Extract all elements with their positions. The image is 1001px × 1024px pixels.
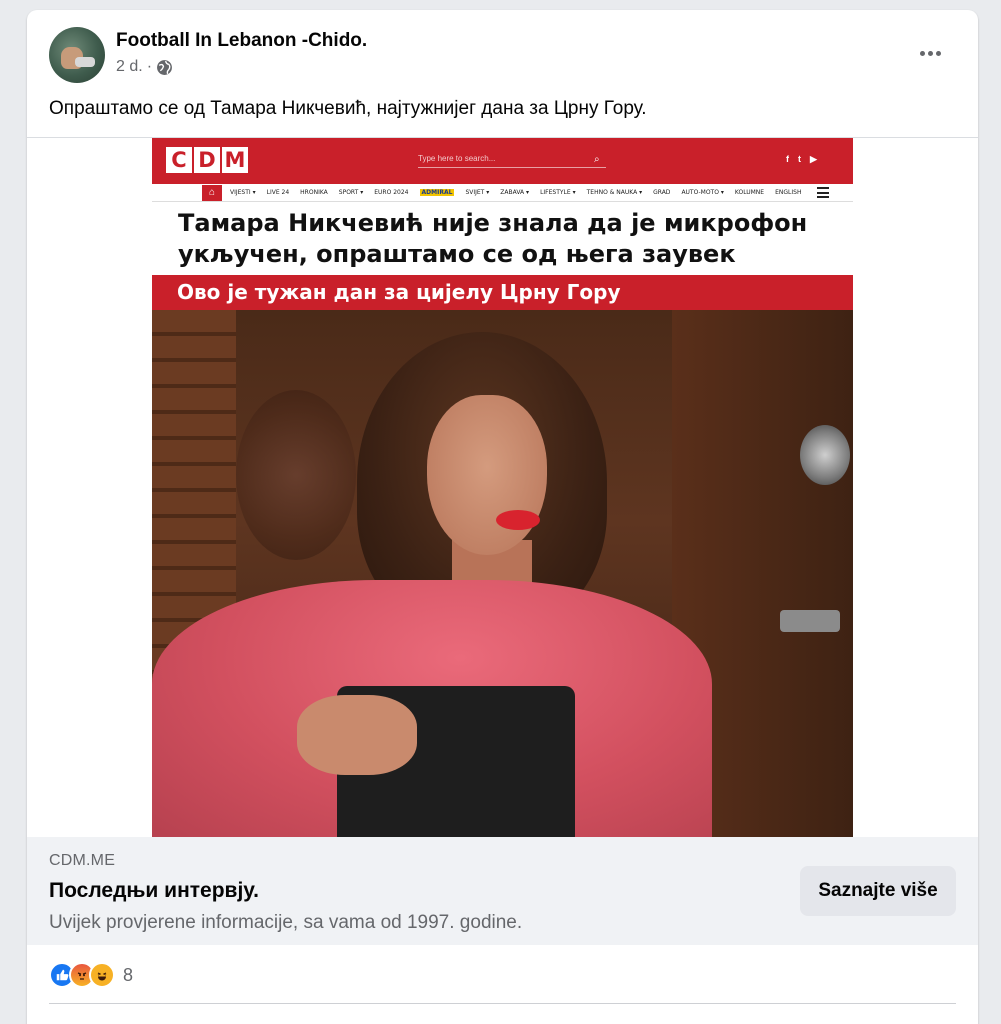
post-time[interactable]: 2 d. [116,58,143,76]
nav-item: EURO 2024 [374,189,409,196]
person-lips [496,510,540,530]
logo-letter: C [166,147,192,173]
cdm-search-field: Type here to search... [418,152,606,168]
nav-item: ZABAVA ▾ [500,189,530,196]
haha-icon [89,962,115,988]
link-title[interactable]: Последњи интервју. [49,879,259,903]
post-card: Football In Lebanon -Chido. 2 d. · Опраш… [27,10,978,1024]
nav-item: LIVE 24 [266,189,290,196]
person-hand [297,695,417,775]
cdm-top-bar: C D M Type here to search... ⌕ f t ▶ [152,138,853,184]
link-preview-info[interactable]: CDM.ME Последњи интервју. Uvijek provjer… [27,837,978,945]
avatar-object [75,57,95,67]
logo-letter: D [194,147,220,173]
dot-icon [919,50,925,56]
cdm-social-icons: f t ▶ [786,154,817,165]
nav-item: ADMIRAL [419,189,455,196]
avatar[interactable] [49,27,105,83]
post-header: Football In Lebanon -Chido. 2 d. · [27,10,978,96]
article-photo [152,310,853,838]
nav-item: SPORT ▾ [338,189,364,196]
nav-item: HRONIKA [300,189,328,196]
article-subhead: Ово је тужан дан за цијелу Црну Гору [177,280,621,304]
menu-icon [817,187,829,198]
home-icon: ⌂ [202,184,222,201]
page-name[interactable]: Football In Lebanon -Chido. [116,30,367,52]
person-face [427,395,547,555]
nav-item: TEHNO & NAUKA ▾ [586,189,643,196]
dot-icon [927,50,933,56]
link-description: Uvijek provjerene informacije, sa vama o… [49,912,523,933]
search-icon: ⌕ [594,154,600,165]
nav-item: LIFESTYLE ▾ [540,189,576,196]
youtube-icon: ▶ [810,154,817,164]
nav-item: KOLUMNE [734,189,765,196]
more-options-button[interactable] [910,38,950,68]
learn-more-button[interactable]: Saznajte više [800,866,956,916]
link-domain: CDM.ME [49,852,116,869]
globe-icon [157,59,172,75]
article-subhead-bar: Ово је тужан дан за цијелу Црну Гору [152,275,853,310]
twitter-icon: t [798,154,801,164]
machine-wheel [800,425,850,485]
reaction-summary[interactable]: 8 [49,961,133,989]
article-headline: Тамара Никчевић није знала да је микрофо… [178,209,808,268]
dot-icon [935,50,941,56]
wall-ornament [236,390,356,560]
facebook-icon: f [786,154,789,164]
post-meta: 2 d. · [116,58,173,76]
nav-item: SVIJET ▾ [465,189,490,196]
reaction-count[interactable]: 8 [123,965,133,986]
post-text: Опраштамо се од Тамара Никчевић, најтужн… [49,98,647,119]
machine-arm [780,610,840,632]
logo-letter: M [222,147,248,173]
nav-item: ENGLISH [775,189,802,196]
nav-item: GRAD [653,189,671,196]
nav-item: VIJESTI ▾ [230,189,256,196]
cdm-nav-bar: ⌂ VIJESTI ▾ LIVE 24 HRONIKA SPORT ▾ EURO… [152,184,853,202]
cdm-nav-items: VIJESTI ▾ LIVE 24 HRONIKA SPORT ▾ EURO 2… [230,189,801,196]
divider [49,1003,956,1004]
article-screenshot: C D M Type here to search... ⌕ f t ▶ ⌂ V… [152,138,853,838]
cdm-logo: C D M [166,147,248,173]
nav-item: AUTO-MOTO ▾ [681,189,724,196]
meta-separator: · [146,58,153,75]
link-preview-image[interactable]: C D M Type here to search... ⌕ f t ▶ ⌂ V… [27,137,978,838]
